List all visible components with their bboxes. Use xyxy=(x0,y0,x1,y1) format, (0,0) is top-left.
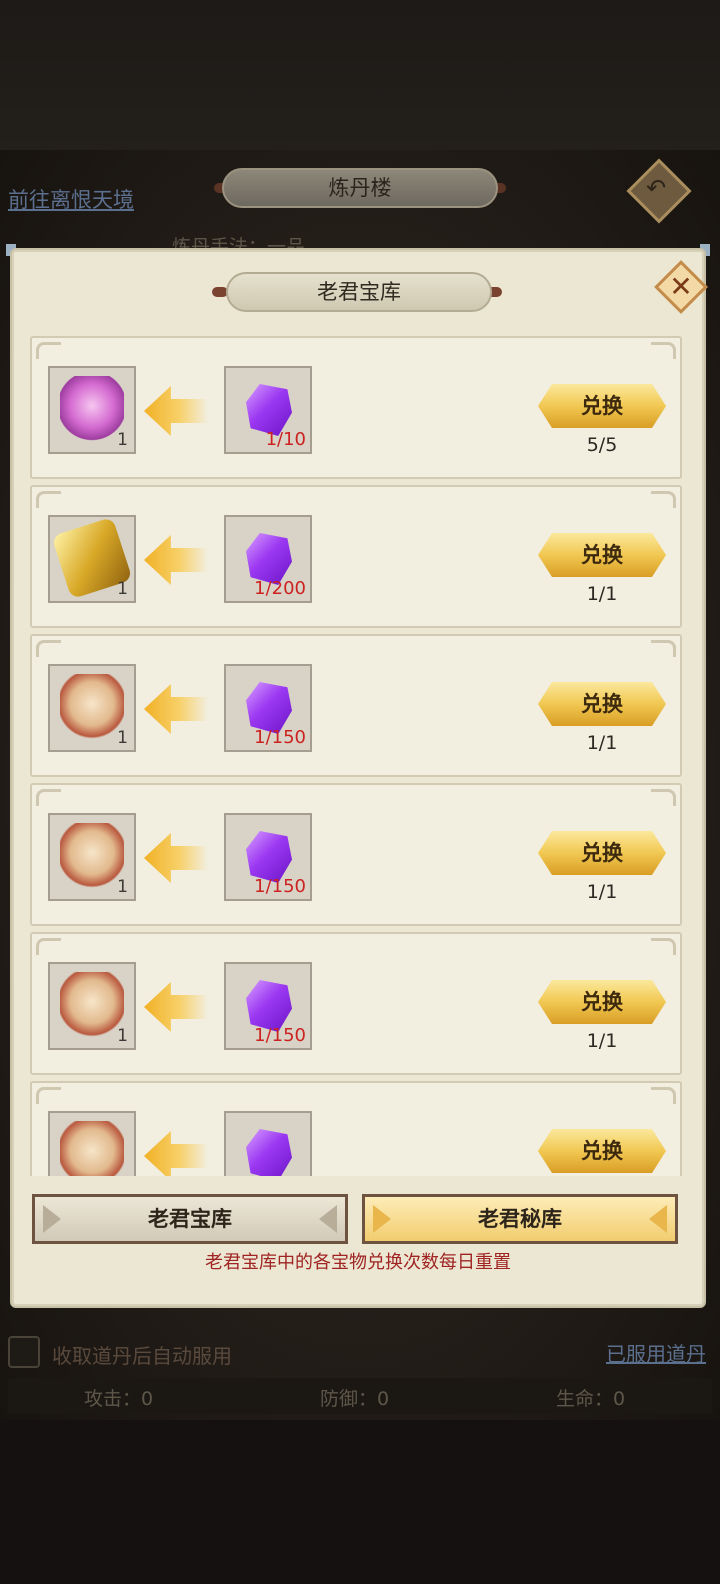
corner-ornament xyxy=(36,491,61,508)
list-item: 1 1/150 兑换 1/1 xyxy=(30,634,682,777)
reward-slot[interactable]: 1 xyxy=(48,664,136,752)
tab-cap-right xyxy=(649,1205,667,1233)
exchange-button[interactable]: 兑换 xyxy=(538,682,666,726)
tab-secret-treasury[interactable]: 老君秘库 xyxy=(362,1194,678,1244)
arrow-left-icon xyxy=(144,833,208,883)
top-background xyxy=(0,0,720,150)
corner-ornament xyxy=(36,789,61,806)
corner-ornament xyxy=(36,640,61,657)
scroll-icon xyxy=(60,972,124,1038)
reward-slot[interactable]: 1 xyxy=(48,962,136,1050)
reward-count: 1 xyxy=(117,579,128,599)
corner-ornament xyxy=(651,640,676,657)
tab-treasury[interactable]: 老君宝库 xyxy=(32,1194,348,1244)
exchange-button[interactable]: 兑换 xyxy=(538,1129,666,1173)
scroll-icon xyxy=(60,674,124,740)
cost-count: 1/200 xyxy=(254,578,306,599)
exchange-limit: 1/1 xyxy=(586,583,618,605)
exchange-label: 兑换 xyxy=(581,394,623,418)
exchange-button[interactable]: 兑换 xyxy=(538,831,666,875)
reward-slot[interactable]: 1 xyxy=(48,813,136,901)
reward-slot[interactable]: 1 xyxy=(48,515,136,603)
close-button[interactable]: ✕ xyxy=(654,260,708,314)
cost-count: 1/10 xyxy=(265,429,306,450)
bottom-background xyxy=(0,1420,720,1584)
cost-count: 1/150 xyxy=(254,876,306,897)
tab-cap-left xyxy=(43,1205,61,1233)
health-stat: 生命：0 xyxy=(556,1388,626,1410)
list-item: 1 1/150 兑换 1/1 xyxy=(30,932,682,1075)
list-item: 1 1/200 兑换 1/1 xyxy=(30,485,682,628)
pink-treasure-icon xyxy=(60,376,124,442)
exchange-label: 兑换 xyxy=(581,692,623,716)
exchange-button[interactable]: 兑换 xyxy=(538,384,666,428)
used-pills-link[interactable]: 已服用道丹 xyxy=(606,1338,706,1367)
corner-ornament xyxy=(651,789,676,806)
arrow-left-icon xyxy=(144,535,208,585)
corner-ornament xyxy=(36,342,61,359)
cost-slot[interactable]: 1/200 xyxy=(224,515,312,603)
close-icon: ✕ xyxy=(669,270,693,303)
tab-label: 老君秘库 xyxy=(478,1207,562,1231)
corner-ornament xyxy=(36,1087,61,1104)
list-item: 1 1/10 兑换 5/5 xyxy=(30,336,682,479)
cost-slot[interactable]: 1/150 xyxy=(224,962,312,1050)
reset-note: 老君宝库中的各宝物兑换次数每日重置 xyxy=(205,1252,511,1273)
exchange-label: 兑换 xyxy=(581,543,623,567)
purple-gem-icon xyxy=(246,1129,292,1176)
reward-count: 1 xyxy=(117,877,128,897)
exchange-limit: 1/1 xyxy=(586,732,618,754)
cost-slot[interactable] xyxy=(224,1111,312,1176)
arrow-left-icon xyxy=(144,982,208,1032)
exchange-limit: 1/1 xyxy=(586,881,618,903)
reward-count: 1 xyxy=(117,1026,128,1046)
exchange-limit: 5/5 xyxy=(586,434,618,456)
exchange-button[interactable]: 兑换 xyxy=(538,980,666,1024)
reward-count: 1 xyxy=(117,430,128,450)
exchange-button[interactable]: 兑换 xyxy=(538,533,666,577)
corner-ornament xyxy=(651,491,676,508)
attack-stat: 攻击：0 xyxy=(84,1388,154,1410)
arrow-left-icon xyxy=(144,386,208,436)
exchange-label: 兑换 xyxy=(581,990,623,1014)
exchange-limit: 1/1 xyxy=(586,1030,618,1052)
auto-use-label: 收取道丹后自动服用 xyxy=(52,1344,232,1368)
corner-ornament xyxy=(651,1087,676,1104)
page-title: 炼丹楼 xyxy=(222,168,498,208)
cost-slot[interactable]: 1/150 xyxy=(224,813,312,901)
reward-slot[interactable]: 1 xyxy=(48,366,136,454)
reward-slot[interactable] xyxy=(48,1111,136,1176)
scroll-icon xyxy=(60,823,124,889)
back-arrow-icon: ↶ xyxy=(646,174,667,203)
corner-ornament xyxy=(36,938,61,955)
scroll-icon xyxy=(60,1121,124,1176)
arrow-left-icon xyxy=(144,1131,208,1176)
auto-use-checkbox[interactable] xyxy=(8,1336,40,1368)
reward-count: 1 xyxy=(117,728,128,748)
defense-stat: 防御：0 xyxy=(320,1388,390,1410)
tab-cap-left xyxy=(373,1205,391,1233)
dialog-title: 老君宝库 xyxy=(226,272,492,312)
list-item: 1 1/150 兑换 1/1 xyxy=(30,783,682,926)
exchange-list[interactable]: 1 1/10 兑换 5/5 1 1/200 兑换 1/1 1 1/150 兑换 … xyxy=(22,330,694,1176)
arrow-left-icon xyxy=(144,684,208,734)
cost-slot[interactable]: 1/10 xyxy=(224,366,312,454)
cost-slot[interactable]: 1/150 xyxy=(224,664,312,752)
tab-label: 老君宝库 xyxy=(148,1207,232,1231)
exchange-label: 兑换 xyxy=(581,1139,623,1163)
cost-count: 1/150 xyxy=(254,1025,306,1046)
corner-ornament xyxy=(651,938,676,955)
corner-ornament xyxy=(651,342,676,359)
exchange-label: 兑换 xyxy=(581,841,623,865)
goto-realm-link[interactable]: 前往离恨天境 xyxy=(8,184,134,214)
list-item: 兑换 xyxy=(30,1081,682,1176)
cost-count: 1/150 xyxy=(254,727,306,748)
tab-cap-right xyxy=(319,1205,337,1233)
